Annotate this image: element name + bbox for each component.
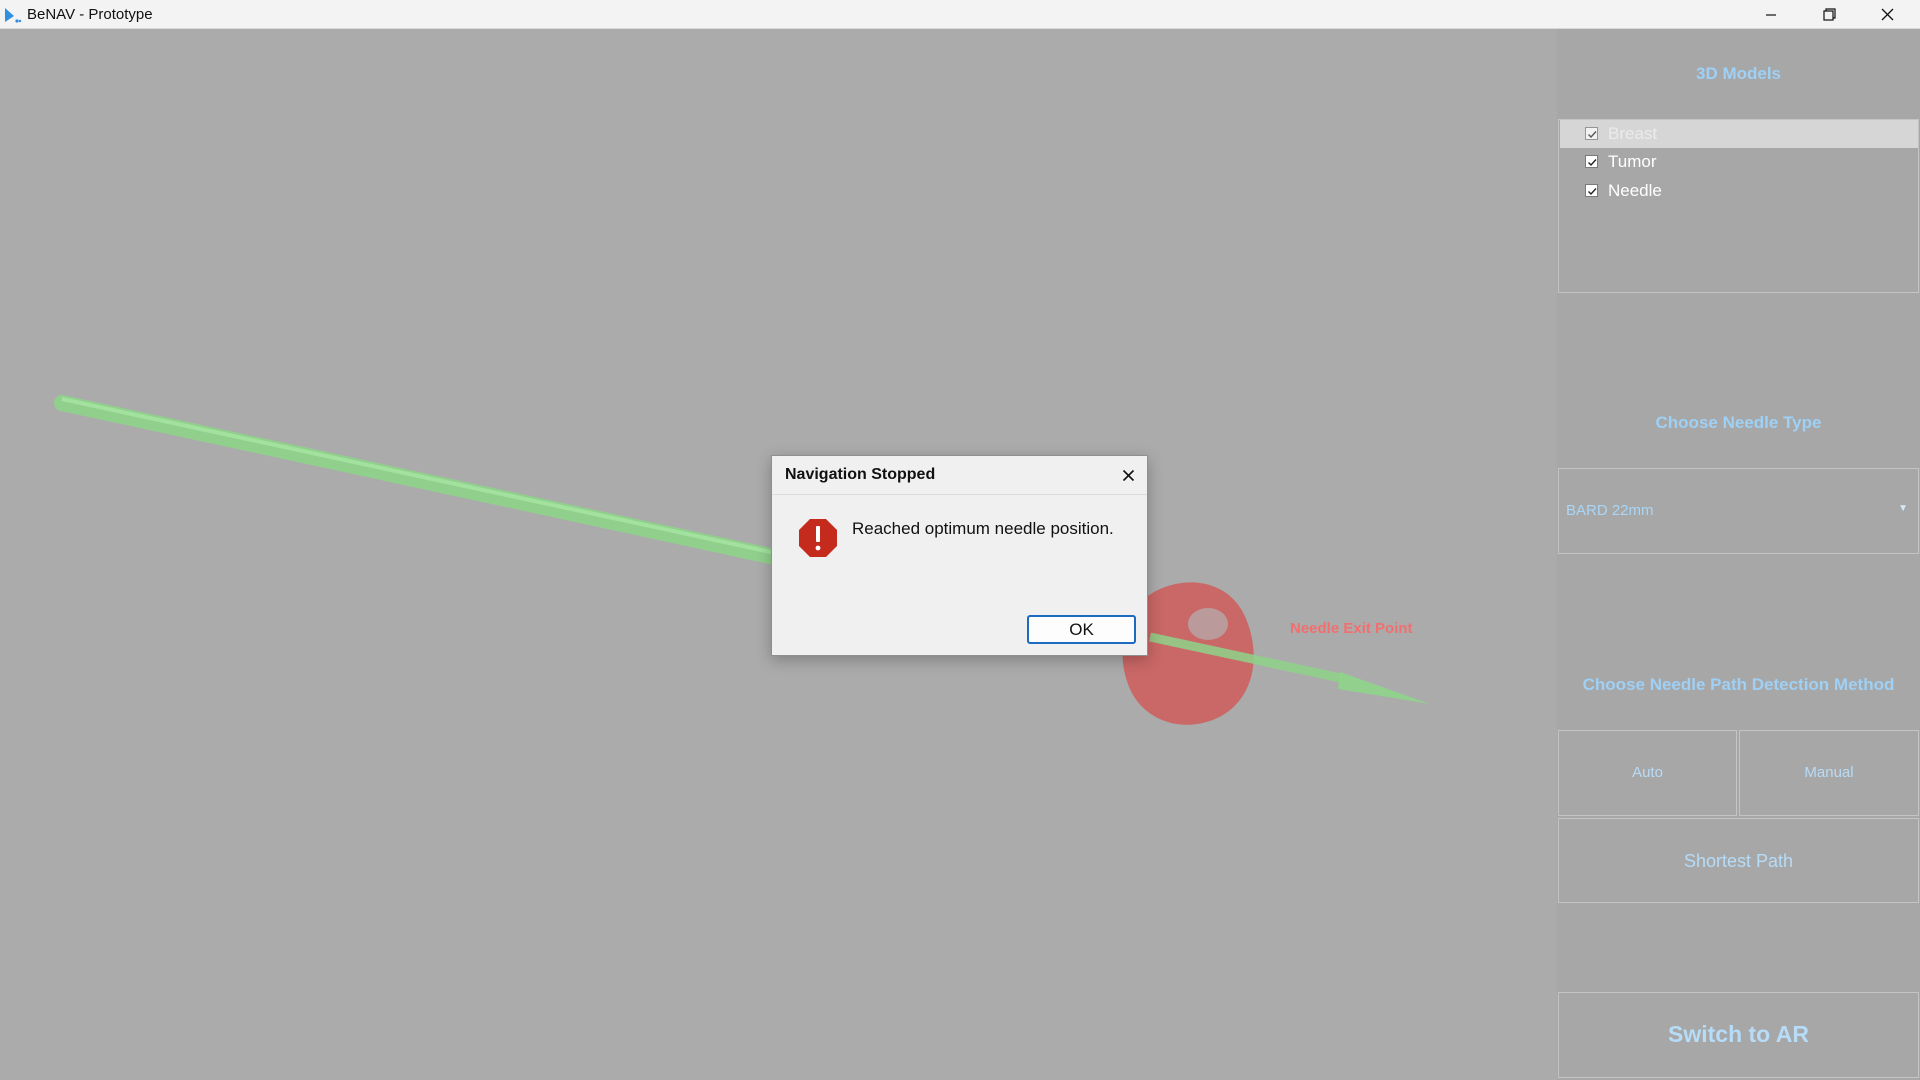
model-item-tumor[interactable]: Tumor — [1560, 148, 1918, 176]
model-label: Breast — [1608, 124, 1658, 143]
check-icon — [1588, 159, 1597, 167]
needle-type-title: Choose Needle Type — [1655, 413, 1822, 432]
check-icon — [1588, 188, 1597, 196]
auto-button[interactable]: Auto — [1558, 730, 1737, 816]
shortest-path-label: Shortest Path — [1683, 851, 1794, 871]
model-item-needle[interactable]: Needle — [1560, 177, 1918, 205]
model-label: Tumor — [1608, 152, 1657, 171]
needle-type-value: BARD 22mm — [1566, 502, 1654, 519]
restore-button[interactable] — [1800, 0, 1858, 29]
error-stop-icon — [799, 519, 837, 557]
navigation-stopped-dialog: Navigation Stopped Reached optimum needl… — [771, 455, 1148, 656]
title-bar: BeNAV - Prototype — [0, 0, 1920, 29]
check-icon — [1588, 131, 1597, 139]
close-icon — [1122, 469, 1134, 481]
models-list: Breast Tumor Needle — [1558, 119, 1919, 293]
dialog-title-bar: Navigation Stopped — [772, 456, 1147, 495]
minimize-icon — [1766, 13, 1776, 16]
breast-checkbox[interactable] — [1585, 127, 1598, 140]
model-item-breast[interactable]: Breast — [1560, 120, 1918, 148]
dialog-close-button[interactable] — [1113, 460, 1143, 490]
close-icon — [1881, 8, 1893, 21]
models-title: 3D Models — [1695, 64, 1782, 83]
model-label: Needle — [1608, 181, 1662, 200]
dialog-message: Reached optimum needle position. — [852, 519, 1114, 538]
switch-ar-label: Switch to AR — [1668, 1021, 1809, 1047]
dropdown-arrow-icon: ▼ — [1898, 503, 1908, 514]
window-title: BeNAV - Prototype — [27, 6, 153, 23]
switch-ar-button[interactable]: Switch to AR — [1558, 992, 1919, 1078]
control-panel: 3D Models Breast Tumor Needle Choose Nee… — [1557, 29, 1920, 1080]
needle-type-select[interactable]: BARD 22mm ▼ — [1558, 468, 1919, 554]
auto-button-label: Auto — [1632, 764, 1663, 781]
restore-icon — [1822, 8, 1836, 21]
needle-tip — [1338, 672, 1430, 704]
needle-exit-label: Needle Exit Point — [1290, 620, 1413, 637]
tumor-checkbox[interactable] — [1585, 155, 1598, 168]
benav-logo-icon — [5, 8, 22, 23]
manual-button-label: Manual — [1804, 764, 1854, 781]
path-method-title: Choose Needle Path Detection Method — [1582, 675, 1895, 694]
needle-checkbox[interactable] — [1585, 184, 1598, 197]
needle-shaft — [54, 395, 783, 565]
minimize-button[interactable] — [1742, 0, 1800, 29]
close-window-button[interactable] — [1858, 0, 1916, 29]
dialog-title: Navigation Stopped — [785, 466, 936, 483]
ok-button-label: OK — [1069, 619, 1094, 639]
ok-button[interactable]: OK — [1027, 615, 1136, 644]
shortest-path-button[interactable]: Shortest Path — [1558, 818, 1919, 903]
manual-button[interactable]: Manual — [1739, 730, 1919, 816]
